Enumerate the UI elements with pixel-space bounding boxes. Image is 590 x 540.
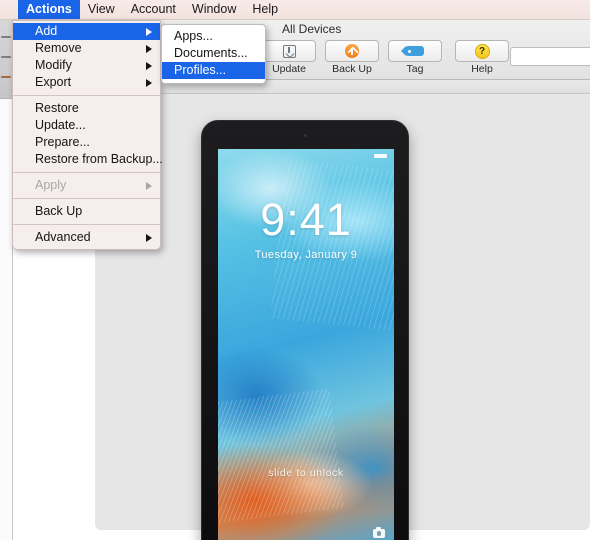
sidebar-strip-row[interactable] xyxy=(1,56,11,58)
help-question-icon: ? xyxy=(474,43,490,59)
camera-icon xyxy=(373,527,385,538)
menu-item-label: Apply xyxy=(35,178,67,192)
ipad-device-image: 9:41 Tuesday, January 9 slide to unlock xyxy=(201,120,409,540)
toolbar-button-help[interactable]: ? Help xyxy=(455,40,509,75)
lock-screen-date: Tuesday, January 9 xyxy=(254,249,358,261)
app-window: All Devices Update Back Up Tag ? Help 9:… xyxy=(0,0,590,540)
toolbar-button-label: Help xyxy=(471,63,493,75)
menu-item-remove[interactable]: Remove xyxy=(13,40,160,57)
toolbar-chip xyxy=(262,40,316,62)
menu-item-label: Prepare... xyxy=(35,135,90,149)
menu-item-add[interactable]: Add xyxy=(13,23,160,40)
menubar-item-window[interactable]: Window xyxy=(184,0,244,19)
menu-item-label: Add xyxy=(35,24,58,38)
submenu-arrow-icon xyxy=(146,28,152,36)
submenu-arrow-icon xyxy=(146,62,152,70)
menubar-item-account[interactable]: Account xyxy=(123,0,184,19)
sidebar-strip-row[interactable] xyxy=(1,76,11,78)
submenu-arrow-icon xyxy=(146,234,152,242)
submenu-item-profiles[interactable]: Profiles... xyxy=(162,62,265,79)
toolbar-button-label: Back Up xyxy=(332,63,372,75)
toolbar-chip: ? xyxy=(455,40,509,62)
submenu-arrow-icon xyxy=(146,45,152,53)
menubar-item-help[interactable]: Help xyxy=(244,0,286,19)
toolbar-button-tag[interactable]: Tag xyxy=(388,40,442,75)
toolbar-chip xyxy=(388,40,442,62)
tag-icon xyxy=(401,46,424,56)
submenu-arrow-icon xyxy=(146,182,152,190)
submenu-item-documents[interactable]: Documents... xyxy=(162,45,265,62)
menu-separator xyxy=(13,224,160,225)
menu-item-label: Restore from Backup... xyxy=(35,152,163,166)
menubar-item-actions[interactable]: Actions xyxy=(18,0,80,19)
menu-item-label: Modify xyxy=(35,58,72,72)
menubar-item-view[interactable]: View xyxy=(80,0,123,19)
sidebar-strip-header xyxy=(0,20,12,99)
menu-item-label: Export xyxy=(35,75,72,89)
sidebar-strip-row[interactable] xyxy=(1,36,11,38)
menu-item-export[interactable]: Export xyxy=(13,74,160,91)
menu-item-label: Back Up xyxy=(35,204,83,218)
menu-separator xyxy=(13,172,160,173)
menu-item-advanced[interactable]: Advanced xyxy=(13,229,160,246)
ipad-screen: 9:41 Tuesday, January 9 slide to unlock xyxy=(218,149,394,540)
toolbar-button-update[interactable]: Update xyxy=(262,40,316,75)
menu-item-label: Remove xyxy=(35,41,82,55)
menu-item-restore[interactable]: Restore xyxy=(13,100,160,117)
submenu-item-apps[interactable]: Apps... xyxy=(162,28,265,45)
toolbar-button-label: Tag xyxy=(406,63,424,75)
menu-item-modify[interactable]: Modify xyxy=(13,57,160,74)
menu-item-apply: Apply xyxy=(13,177,160,194)
menu-item-label: Restore xyxy=(35,101,79,115)
menu-item-back-up[interactable]: Back Up xyxy=(13,203,160,220)
actions-dropdown-menu: Add Remove Modify Export Restore Update.… xyxy=(12,20,163,250)
front-camera-icon xyxy=(303,134,307,137)
add-submenu: Apps... Documents... Profiles... xyxy=(161,24,266,84)
wallpaper-texture-bottom xyxy=(218,388,345,524)
submenu-arrow-icon xyxy=(146,79,152,87)
toolbar-title: All Devices xyxy=(282,22,342,36)
toolbar-chip xyxy=(325,40,379,62)
toolbar-button-back-up[interactable]: Back Up xyxy=(325,40,379,75)
toolbar-button-label: Update xyxy=(272,63,306,75)
menu-item-label: Advanced xyxy=(35,230,91,244)
update-download-icon xyxy=(282,44,296,58)
menu-separator xyxy=(13,198,160,199)
menu-item-restore-from-backup[interactable]: Restore from Backup... xyxy=(13,151,163,168)
lock-screen-time: 9:41 xyxy=(260,194,352,245)
menu-bar: Actions View Account Window Help xyxy=(0,0,590,20)
menu-item-label: Update... xyxy=(35,118,86,132)
menu-separator xyxy=(13,95,160,96)
slide-to-unlock-label: slide to unlock xyxy=(268,467,344,479)
battery-icon xyxy=(374,154,387,158)
backup-arrow-icon xyxy=(345,44,359,58)
search-input[interactable] xyxy=(510,47,590,66)
menu-item-update[interactable]: Update... xyxy=(13,117,160,134)
menu-item-prepare[interactable]: Prepare... xyxy=(13,134,160,151)
